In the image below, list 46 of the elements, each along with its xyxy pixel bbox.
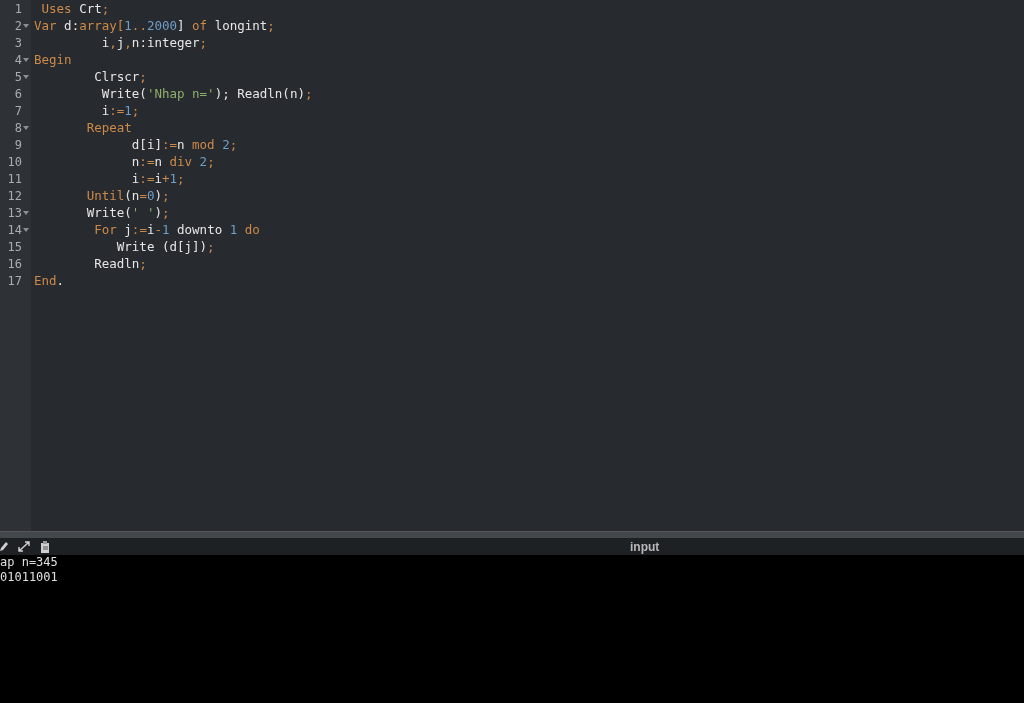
- code-line: Write (d[j]);: [115, 238, 215, 255]
- fold-icon[interactable]: [23, 227, 29, 232]
- code-line: Clrscr;: [93, 68, 147, 85]
- code-line: End.: [34, 272, 65, 289]
- line-number: 1: [14, 1, 22, 16]
- line-number: 14: [7, 222, 22, 237]
- fold-icon[interactable]: [23, 210, 29, 215]
- line-number: 10: [7, 154, 22, 169]
- code-line: Uses Crt;: [40, 0, 110, 17]
- fold-icon[interactable]: [23, 74, 29, 79]
- console-output: ap n=345: [0, 555, 59, 570]
- code-line: Until(n=0);: [85, 187, 170, 204]
- code-line: For j:=i-1 downto 1 do: [93, 221, 260, 238]
- expand-icon[interactable]: [18, 541, 30, 552]
- line-number: 5: [14, 69, 22, 84]
- line-number: 12: [7, 188, 22, 203]
- line-number: 6: [14, 86, 22, 101]
- code-line: d[i]:=n mod 2;: [130, 136, 238, 153]
- code-line: Var d:array[1..2000] of longint;: [34, 17, 275, 34]
- code-line: Write(' ');: [85, 204, 170, 221]
- line-number: 16: [7, 256, 22, 271]
- code-line: n:=n div 2;: [130, 153, 215, 170]
- fold-icon[interactable]: [23, 23, 29, 28]
- console-label: input: [630, 539, 660, 554]
- line-number: 13: [7, 205, 22, 220]
- line-number: 7: [14, 103, 22, 118]
- code-line: Write('Nhap n='); Readln(n);: [100, 85, 313, 102]
- line-number: 15: [7, 239, 22, 254]
- console-output: 01011001: [0, 570, 59, 585]
- clipboard-icon[interactable]: [40, 540, 51, 553]
- line-number: 17: [7, 273, 22, 288]
- line-number: 4: [14, 52, 22, 67]
- fold-icon[interactable]: [23, 125, 29, 130]
- line-number: 8: [14, 120, 22, 135]
- line-number: 11: [7, 171, 22, 186]
- pencil-icon[interactable]: [0, 542, 8, 551]
- code-line: i,j,n:integer;: [100, 34, 208, 51]
- code-line: Readln;: [93, 255, 147, 272]
- code-line: i:=i+1;: [130, 170, 185, 187]
- line-number: 2: [14, 18, 22, 33]
- code-line: Repeat: [85, 119, 132, 136]
- fold-icon[interactable]: [23, 57, 29, 62]
- line-number: 3: [14, 35, 22, 50]
- code-line: Begin: [34, 51, 72, 68]
- line-number: 9: [14, 137, 22, 152]
- code-line: i:=1;: [100, 102, 140, 119]
